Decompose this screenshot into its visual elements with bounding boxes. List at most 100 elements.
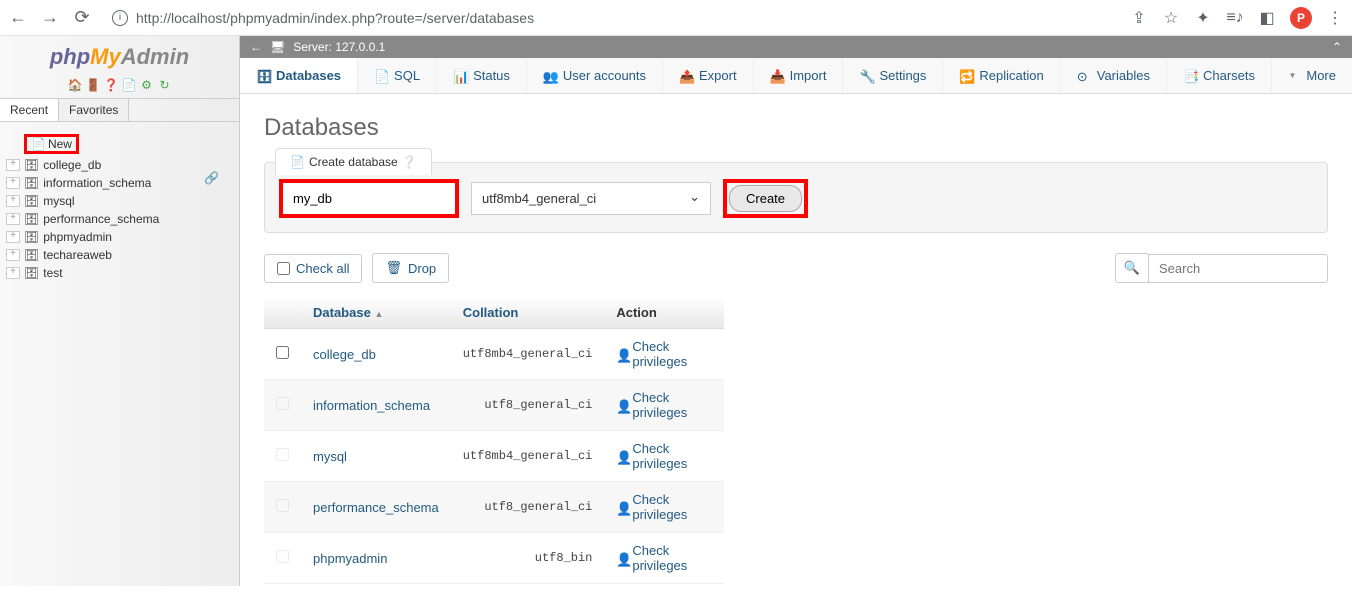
- row-checkbox[interactable]: [276, 397, 289, 410]
- extensions-icon[interactable]: ✦: [1194, 9, 1212, 27]
- databases-icon: 🗄: [256, 69, 270, 83]
- url-text: http://localhost/phpmyadmin/index.php?ro…: [136, 10, 534, 26]
- tree-db-item[interactable]: +🗄mysql: [6, 192, 233, 210]
- sidebar-quick-icons: 🏠 🚪 ❓ 📄 ⚙ ↻: [0, 74, 239, 98]
- sql-icon[interactable]: 📄: [122, 78, 136, 92]
- search-icon[interactable]: 🔍: [1115, 253, 1148, 283]
- drop-button[interactable]: 🗑 Drop: [372, 253, 449, 283]
- url-bar[interactable]: i http://localhost/phpmyadmin/index.php?…: [104, 10, 1118, 26]
- reload-nav-icon[interactable]: ↻: [158, 78, 172, 92]
- db-icon: 🗄: [24, 194, 39, 208]
- docs-icon[interactable]: ❓: [104, 78, 118, 92]
- panel-icon[interactable]: ◧: [1258, 9, 1276, 27]
- import-icon: 📥: [770, 69, 784, 83]
- tab-import[interactable]: 📥Import: [754, 58, 844, 93]
- server-label[interactable]: Server: 127.0.0.1: [293, 40, 385, 54]
- privileges-icon: 👤: [616, 399, 628, 411]
- check-all-button[interactable]: Check all: [264, 254, 362, 283]
- row-checkbox[interactable]: [276, 448, 289, 461]
- expand-icon[interactable]: +: [6, 195, 20, 207]
- check-privileges-link[interactable]: 👤 Check privileges: [616, 339, 712, 369]
- database-name-input[interactable]: [279, 179, 459, 218]
- tab-status[interactable]: 📊Status: [437, 58, 527, 93]
- menu-icon[interactable]: ⋮: [1326, 9, 1344, 27]
- expand-icon[interactable]: +: [6, 249, 20, 261]
- back-button[interactable]: ←: [8, 8, 28, 28]
- database-link[interactable]: phpmyadmin: [313, 551, 387, 566]
- phpmyadmin-logo[interactable]: phpMyAdmin: [0, 36, 239, 74]
- tree-db-item[interactable]: +🗄techareaweb: [6, 246, 233, 264]
- database-link[interactable]: performance_schema: [313, 500, 439, 515]
- row-checkbox[interactable]: [276, 499, 289, 512]
- server-breadcrumb: ← 🖥 Server: 127.0.0.1 ⌃: [240, 36, 1352, 58]
- bookmark-icon[interactable]: ☆: [1162, 9, 1180, 27]
- expand-icon[interactable]: +: [6, 177, 20, 189]
- check-all-checkbox[interactable]: [277, 262, 290, 275]
- tree-db-item[interactable]: +🗄test: [6, 264, 233, 282]
- expand-icon[interactable]: +: [6, 213, 20, 225]
- create-database-panel: 📄 Create database ❔ utf8mb4_general_ci C…: [264, 162, 1328, 233]
- sort-asc-icon: ▲: [374, 309, 383, 319]
- tree-db-item[interactable]: +🗄performance_schema: [6, 210, 233, 228]
- database-link[interactable]: mysql: [313, 449, 347, 464]
- site-info-icon[interactable]: i: [112, 10, 128, 26]
- tab-databases[interactable]: 🗄Databases: [240, 58, 358, 93]
- table-row: college_dbutf8mb4_general_ci👤 Check priv…: [264, 329, 724, 380]
- search-input[interactable]: [1148, 254, 1328, 283]
- reload-button[interactable]: ⟳: [72, 8, 92, 28]
- db-icon: 🗄: [24, 158, 39, 172]
- db-icon: 🗄: [24, 230, 39, 244]
- tab-charsets[interactable]: 📑Charsets: [1167, 58, 1272, 93]
- row-checkbox[interactable]: [276, 346, 289, 359]
- tab-favorites[interactable]: Favorites: [59, 99, 129, 121]
- help-icon[interactable]: ❔: [402, 155, 417, 169]
- tree-db-item[interactable]: +🗄college_db: [6, 156, 233, 174]
- playlist-icon[interactable]: ≡♪: [1226, 9, 1244, 27]
- tab-more[interactable]: More: [1272, 58, 1352, 93]
- tab-variables[interactable]: ⊙Variables: [1061, 58, 1167, 93]
- column-database[interactable]: Database ▲: [301, 297, 451, 329]
- share-icon[interactable]: ⇪: [1130, 9, 1148, 27]
- tab-replication[interactable]: 🔁Replication: [943, 58, 1060, 93]
- expand-icon[interactable]: +: [6, 231, 20, 243]
- variables-icon: ⊙: [1077, 69, 1091, 83]
- tree-db-item[interactable]: +🗄information_schema: [6, 174, 233, 192]
- drop-icon: 🗑: [385, 260, 402, 276]
- database-link[interactable]: information_schema: [313, 398, 430, 413]
- check-privileges-link[interactable]: 👤 Check privileges: [616, 390, 712, 420]
- check-privileges-link[interactable]: 👤 Check privileges: [616, 492, 712, 522]
- home-icon[interactable]: 🏠: [68, 78, 82, 92]
- logout-icon[interactable]: 🚪: [86, 78, 100, 92]
- collation-value: utf8_bin: [451, 533, 605, 584]
- column-collation[interactable]: Collation: [451, 297, 605, 329]
- check-privileges-link[interactable]: 👤 Check privileges: [616, 441, 712, 471]
- link-icon[interactable]: 🔗: [204, 171, 219, 185]
- nav-back-icon[interactable]: ←: [250, 40, 262, 54]
- sql-icon: 📄: [374, 69, 388, 83]
- tab-recent[interactable]: Recent: [0, 99, 59, 121]
- sidebar: phpMyAdmin 🏠 🚪 ❓ 📄 ⚙ ↻ Recent Favorites …: [0, 36, 240, 586]
- row-checkbox[interactable]: [276, 550, 289, 563]
- tab-sql[interactable]: 📄SQL: [358, 58, 437, 93]
- expand-icon[interactable]: +: [6, 267, 20, 279]
- tab-export[interactable]: 📤Export: [663, 58, 754, 93]
- server-icon: 🖥: [270, 40, 285, 54]
- forward-button[interactable]: →: [40, 8, 60, 28]
- users-icon: 👥: [543, 69, 557, 83]
- collation-select[interactable]: utf8mb4_general_ci: [471, 182, 711, 215]
- profile-avatar[interactable]: P: [1290, 7, 1312, 29]
- check-privileges-link[interactable]: 👤 Check privileges: [616, 543, 712, 573]
- tab-user-accounts[interactable]: 👥User accounts: [527, 58, 663, 93]
- database-link[interactable]: college_db: [313, 347, 376, 362]
- collapse-icon[interactable]: ⌃: [1332, 40, 1342, 54]
- expand-icon[interactable]: +: [6, 159, 20, 171]
- tree-db-item[interactable]: +🗄phpmyadmin: [6, 228, 233, 246]
- db-icon: 🗄: [24, 212, 39, 226]
- tab-settings[interactable]: 🔧Settings: [843, 58, 943, 93]
- create-button[interactable]: Create: [729, 185, 802, 212]
- tree-new[interactable]: 📄New: [6, 132, 233, 156]
- column-action: Action: [604, 297, 724, 329]
- settings-icon[interactable]: ⚙: [140, 78, 154, 92]
- create-button-highlight: Create: [723, 179, 808, 218]
- privileges-icon: 👤: [616, 348, 628, 360]
